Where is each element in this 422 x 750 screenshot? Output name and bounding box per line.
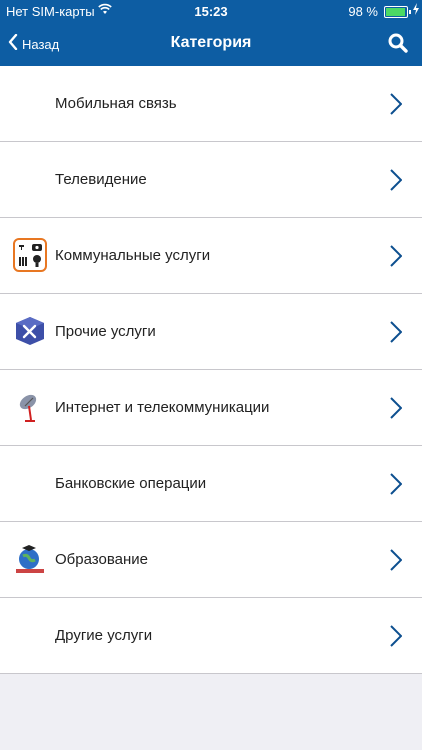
charging-icon [413, 3, 419, 18]
category-label: Прочие услуги [55, 323, 156, 340]
chevron-right-icon [390, 473, 403, 500]
battery-icon [384, 6, 411, 18]
battery-percent: 98 % [348, 4, 378, 19]
category-list: Мобильная связь Телевидение Коммунальные… [0, 66, 422, 674]
category-label: Мобильная связь [55, 95, 177, 112]
category-label: Интернет и телекоммуникации [55, 399, 270, 416]
category-row-utilities[interactable]: Коммунальные услуги [0, 218, 422, 294]
chevron-right-icon [390, 397, 403, 424]
category-row-banking[interactable]: Банковские операции [0, 446, 422, 522]
chevron-right-icon [390, 93, 403, 120]
satellite-dish-icon [13, 390, 47, 424]
chevron-right-icon [390, 625, 403, 652]
education-globe-icon [13, 542, 47, 576]
status-bar: Нет SIM-карты 15:23 98 % [0, 0, 422, 22]
category-row-other-services[interactable]: Прочие услуги [0, 294, 422, 370]
chevron-right-icon [390, 169, 403, 196]
category-label: Банковские операции [55, 475, 207, 492]
utilities-icon [13, 238, 47, 272]
page-title: Категория [170, 34, 252, 51]
tools-box-icon [13, 314, 47, 348]
category-row-internet[interactable]: Интернет и телекоммуникации [0, 370, 422, 446]
category-label: Коммунальные услуги [55, 247, 211, 264]
category-row-tv[interactable]: Телевидение [0, 142, 422, 218]
chevron-right-icon [390, 549, 403, 576]
category-row-mobile[interactable]: Мобильная связь [0, 66, 422, 142]
category-label: Другие услуги [55, 627, 153, 644]
category-row-education[interactable]: Образование [0, 522, 422, 598]
category-row-other[interactable]: Другие услуги [0, 598, 422, 674]
app-header: Нет SIM-карты 15:23 98 % Назад Категория [0, 0, 422, 66]
search-button[interactable] [388, 33, 408, 58]
chevron-right-icon [390, 321, 403, 348]
search-icon [388, 33, 408, 57]
category-label: Образование [55, 551, 148, 568]
navigation-bar: Назад Категория [0, 22, 422, 66]
chevron-right-icon [390, 245, 403, 272]
category-label: Телевидение [55, 171, 147, 188]
